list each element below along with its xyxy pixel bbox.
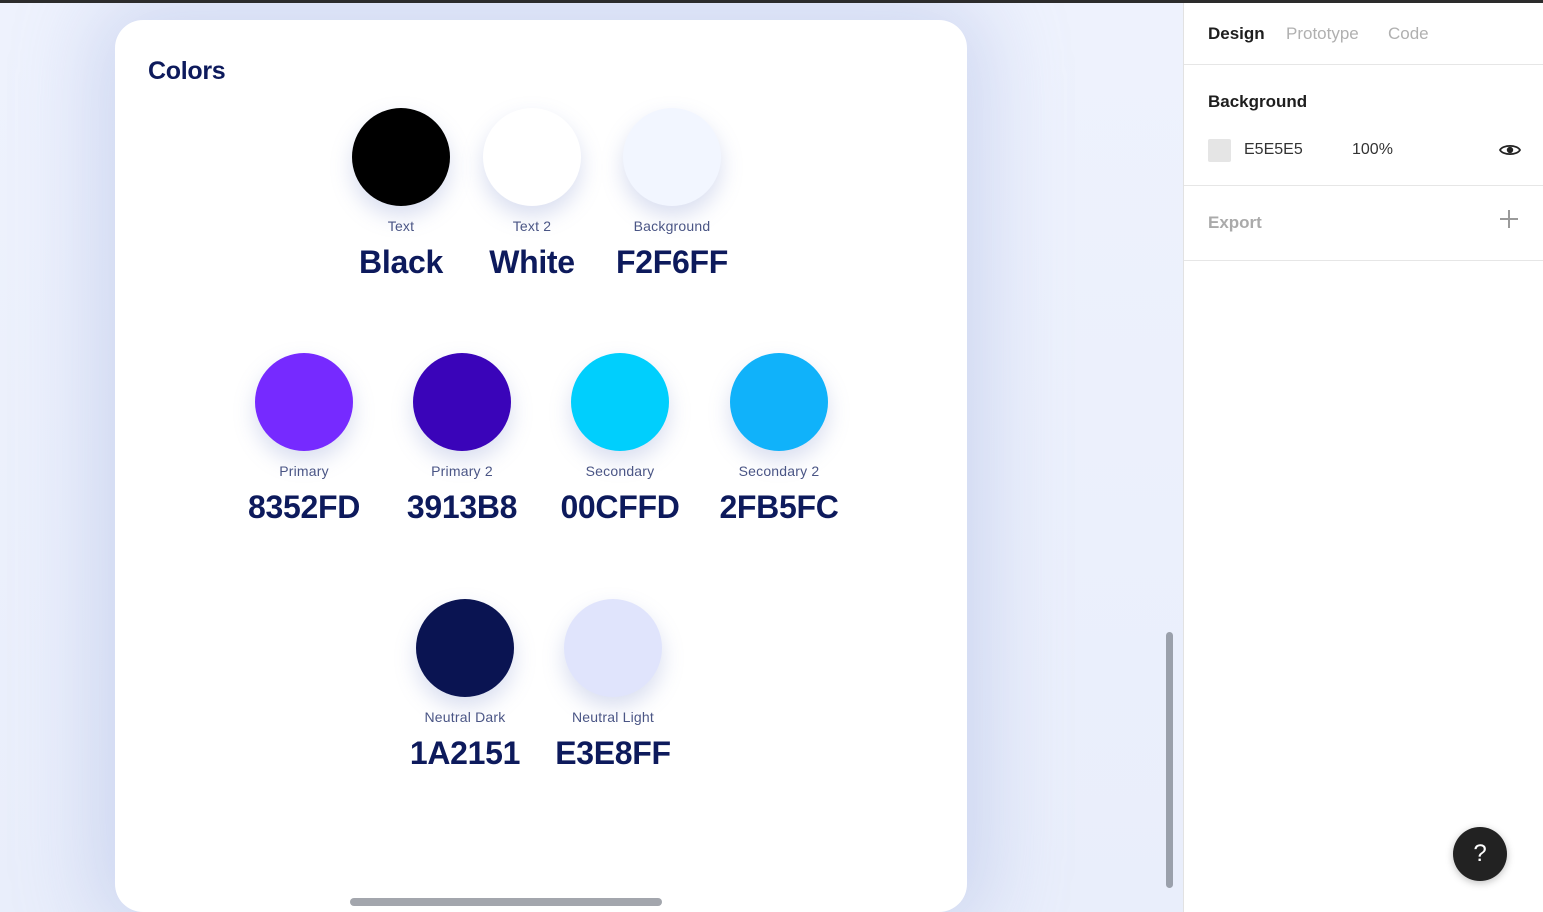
panel-tabs: Design Prototype Code xyxy=(1184,3,1543,65)
tab-code[interactable]: Code xyxy=(1388,24,1429,44)
background-fill-row[interactable]: E5E5E5 100% xyxy=(1208,138,1522,162)
swatch-label: Text 2 xyxy=(512,218,552,234)
swatch-label: Neutral Dark xyxy=(424,709,506,725)
swatch-neutral-dark[interactable]: Neutral Dark 1A2151 xyxy=(385,599,545,772)
swatch-label: Secondary xyxy=(585,463,655,479)
swatch-hex: E3E8FF xyxy=(555,735,671,771)
swatch-neutral-light[interactable]: Neutral Light E3E8FF xyxy=(533,599,693,772)
background-section: Background E5E5E5 100% xyxy=(1184,65,1543,186)
swatch-circle xyxy=(413,353,511,451)
swatch-label: Secondary 2 xyxy=(738,463,820,479)
export-section: Export xyxy=(1184,186,1543,261)
swatch-secondary[interactable]: Secondary 00CFFD xyxy=(540,353,700,526)
swatch-hex: 2FB5FC xyxy=(719,489,839,525)
swatch-circle xyxy=(730,353,828,451)
swatch-secondary-2[interactable]: Secondary 2 2FB5FC xyxy=(699,353,859,526)
swatch-circle xyxy=(564,599,662,697)
swatch-hex: White xyxy=(489,244,575,280)
swatch-hex: 3913B8 xyxy=(406,489,518,525)
horizontal-scrollbar[interactable] xyxy=(350,898,662,906)
frame-title: Colors xyxy=(148,57,226,85)
swatch-text-2[interactable]: Text 2 White xyxy=(452,108,612,281)
plus-icon[interactable] xyxy=(1500,210,1518,228)
export-title: Export xyxy=(1208,213,1262,232)
swatch-label: Background xyxy=(633,218,711,234)
swatch-primary-2[interactable]: Primary 2 3913B8 xyxy=(382,353,542,526)
vertical-scrollbar[interactable] xyxy=(1166,632,1173,888)
properties-panel: Design Prototype Code Background E5E5E5 … xyxy=(1183,3,1543,912)
swatch-hex: F2F6FF xyxy=(616,244,728,280)
background-hex-value[interactable]: E5E5E5 xyxy=(1244,141,1303,159)
swatch-circle xyxy=(416,599,514,697)
tab-design[interactable]: Design xyxy=(1208,24,1265,44)
swatch-background[interactable]: Background F2F6FF xyxy=(592,108,752,281)
swatch-circle xyxy=(483,108,581,206)
background-opacity-value[interactable]: 100% xyxy=(1352,141,1393,159)
swatch-label: Primary xyxy=(279,463,329,479)
background-title: Background xyxy=(1208,92,1308,111)
swatch-hex: 1A2151 xyxy=(409,735,521,771)
swatch-circle xyxy=(352,108,450,206)
swatch-circle xyxy=(255,353,353,451)
swatch-circle xyxy=(571,353,669,451)
swatch-primary[interactable]: Primary 8352FD xyxy=(224,353,384,526)
swatch-label: Neutral Light xyxy=(572,709,654,725)
eye-icon[interactable] xyxy=(1498,139,1522,161)
background-color-chip[interactable] xyxy=(1208,139,1231,162)
canvas[interactable]: Colors Text Black Text 2 White Backgroun… xyxy=(0,3,1183,912)
swatch-hex: 8352FD xyxy=(247,489,361,525)
colors-frame[interactable]: Colors Text Black Text 2 White Backgroun… xyxy=(115,20,967,912)
help-button[interactable]: ? xyxy=(1453,827,1507,881)
tab-prototype[interactable]: Prototype xyxy=(1286,24,1359,44)
swatch-hex: 00CFFD xyxy=(560,489,680,525)
swatch-label: Primary 2 xyxy=(431,463,493,479)
swatch-circle xyxy=(623,108,721,206)
